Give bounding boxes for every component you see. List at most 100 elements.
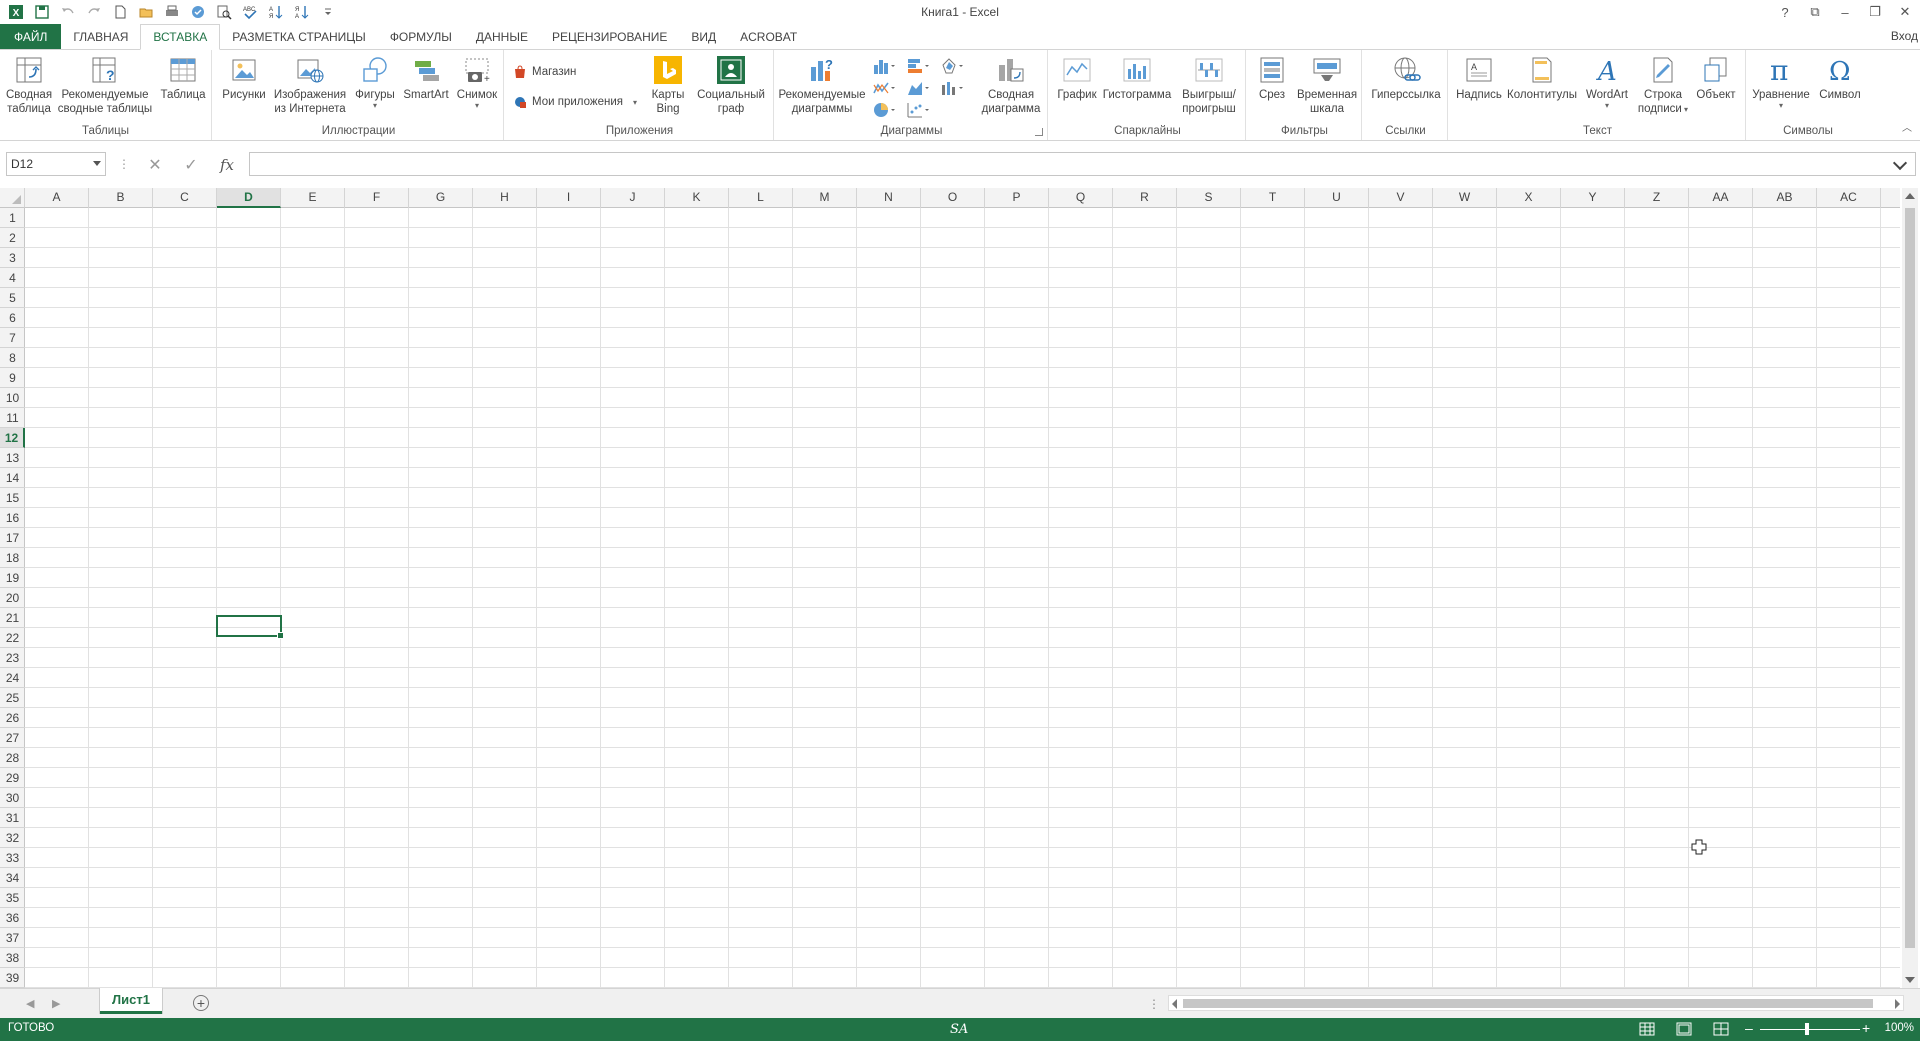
- maximize-button[interactable]: ❐: [1860, 0, 1890, 24]
- sort-ascending-icon[interactable]: AЯ: [264, 1, 288, 23]
- vertical-scroll-thumb[interactable]: [1905, 208, 1915, 948]
- excel-logo-icon[interactable]: X: [4, 1, 28, 23]
- row-header-38[interactable]: 38: [0, 948, 25, 968]
- sort-descending-icon[interactable]: ЯA: [290, 1, 314, 23]
- row-header-7[interactable]: 7: [0, 328, 25, 348]
- bar-chart-button[interactable]: [906, 56, 932, 76]
- print-icon[interactable]: [160, 1, 184, 23]
- ribbon-display-options-button[interactable]: ⧉: [1800, 0, 1830, 24]
- spelling-icon[interactable]: ABC: [238, 1, 262, 23]
- row-header-20[interactable]: 20: [0, 588, 25, 608]
- column-header-m[interactable]: M: [793, 188, 857, 208]
- row-header-25[interactable]: 25: [0, 688, 25, 708]
- equation-button[interactable]: π Уравнение ▾: [1748, 54, 1814, 110]
- pie-chart-button[interactable]: [872, 100, 898, 120]
- normal-view-icon[interactable]: [1638, 1021, 1656, 1037]
- sheet-tab-list1[interactable]: Лист1: [100, 988, 162, 1014]
- row-header-23[interactable]: 23: [0, 648, 25, 668]
- column-header-a[interactable]: A: [25, 188, 89, 208]
- tab-insert[interactable]: ВСТАВКА: [140, 24, 221, 50]
- customize-qat-icon[interactable]: [316, 1, 340, 23]
- cells-area[interactable]: [25, 208, 1900, 988]
- row-header-2[interactable]: 2: [0, 228, 25, 248]
- row-header-31[interactable]: 31: [0, 808, 25, 828]
- minimize-button[interactable]: –: [1830, 0, 1860, 24]
- row-header-22[interactable]: 22: [0, 628, 25, 648]
- print-preview-icon[interactable]: [212, 1, 236, 23]
- add-sheet-button[interactable]: +: [193, 995, 209, 1011]
- tab-home[interactable]: ГЛАВНАЯ: [61, 24, 140, 50]
- column-header-y[interactable]: Y: [1561, 188, 1625, 208]
- shapes-button[interactable]: Фигуры ▾: [350, 54, 400, 110]
- text-box-button[interactable]: A Надпись: [1454, 54, 1504, 102]
- zoom-out-button[interactable]: –: [1745, 1020, 1753, 1036]
- help-button[interactable]: ?: [1770, 0, 1800, 24]
- scroll-up-icon[interactable]: [1905, 193, 1915, 199]
- header-footer-button[interactable]: Колонтитулы: [1504, 54, 1580, 102]
- slicer-button[interactable]: Срез: [1252, 54, 1292, 102]
- vertical-scrollbar[interactable]: [1902, 188, 1918, 988]
- my-apps-button[interactable]: Мои приложения ▾: [512, 92, 637, 112]
- radar-chart-button[interactable]: [940, 56, 966, 76]
- hyperlink-button[interactable]: Гиперссылка: [1368, 54, 1444, 102]
- row-header-36[interactable]: 36: [0, 908, 25, 928]
- enter-icon[interactable]: ✓: [176, 154, 206, 176]
- name-box-dropdown-icon[interactable]: [93, 161, 101, 166]
- pivot-table-button[interactable]: Сводная таблица: [4, 54, 54, 116]
- email-icon[interactable]: [186, 1, 210, 23]
- name-box[interactable]: D12: [6, 152, 106, 176]
- column-header-g[interactable]: G: [409, 188, 473, 208]
- symbol-button[interactable]: Ω Символ: [1814, 54, 1866, 102]
- zoom-level[interactable]: 100%: [1885, 1022, 1914, 1034]
- column-header-o[interactable]: O: [921, 188, 985, 208]
- tab-review[interactable]: РЕЦЕНЗИРОВАНИЕ: [540, 24, 679, 50]
- collapse-ribbon-icon[interactable]: ︿: [1902, 119, 1912, 134]
- formula-bar-grip-icon[interactable]: ⋮: [118, 157, 130, 171]
- page-break-view-icon[interactable]: [1712, 1021, 1730, 1037]
- sheet-next-icon[interactable]: ▶: [52, 997, 60, 1010]
- row-header-14[interactable]: 14: [0, 468, 25, 488]
- row-header-10[interactable]: 10: [0, 388, 25, 408]
- row-header-37[interactable]: 37: [0, 928, 25, 948]
- column-header-e[interactable]: E: [281, 188, 345, 208]
- column-header-j[interactable]: J: [601, 188, 665, 208]
- cancel-icon[interactable]: ✕: [140, 154, 170, 176]
- column-header-q[interactable]: Q: [1049, 188, 1113, 208]
- bing-maps-button[interactable]: Карты Bing: [648, 54, 688, 116]
- sheet-prev-icon[interactable]: ◀: [26, 997, 34, 1010]
- people-graph-button[interactable]: Социальный граф: [690, 54, 772, 116]
- charts-dialog-launcher[interactable]: [1035, 128, 1043, 136]
- insert-function-icon[interactable]: fx: [212, 154, 242, 176]
- redo-icon[interactable]: [82, 1, 106, 23]
- column-header-w[interactable]: W: [1433, 188, 1497, 208]
- column-header-f[interactable]: F: [345, 188, 409, 208]
- sparkline-column-button[interactable]: Гистограмма: [1098, 54, 1176, 102]
- table-button[interactable]: Таблица: [156, 54, 210, 102]
- wordart-button[interactable]: A WordArt ▾: [1580, 54, 1634, 110]
- zoom-in-button[interactable]: +: [1862, 1020, 1870, 1036]
- recommended-charts-button[interactable]: ? Рекомендуемые диаграммы: [776, 54, 868, 116]
- column-header-v[interactable]: V: [1369, 188, 1433, 208]
- row-header-15[interactable]: 15: [0, 488, 25, 508]
- row-header-26[interactable]: 26: [0, 708, 25, 728]
- row-header-35[interactable]: 35: [0, 888, 25, 908]
- column-header-b[interactable]: B: [89, 188, 153, 208]
- object-button[interactable]: Объект: [1690, 54, 1742, 102]
- screenshot-button[interactable]: + Снимок ▾: [452, 54, 502, 110]
- expand-formula-bar-icon[interactable]: [1892, 155, 1908, 171]
- sparkline-line-button[interactable]: График: [1054, 54, 1100, 102]
- row-header-18[interactable]: 18: [0, 548, 25, 568]
- zoom-slider[interactable]: [1760, 1029, 1860, 1030]
- column-header-s[interactable]: S: [1177, 188, 1241, 208]
- column-header-k[interactable]: K: [665, 188, 729, 208]
- row-header-12[interactable]: 12: [0, 428, 25, 448]
- select-all-button[interactable]: [0, 188, 25, 208]
- row-header-11[interactable]: 11: [0, 408, 25, 428]
- scroll-left-icon[interactable]: [1172, 999, 1177, 1009]
- row-header-16[interactable]: 16: [0, 508, 25, 528]
- column-header-aa[interactable]: AA: [1689, 188, 1753, 208]
- horizontal-scroll-thumb[interactable]: [1183, 999, 1873, 1008]
- scroll-right-icon[interactable]: [1895, 999, 1900, 1009]
- column-header-x[interactable]: X: [1497, 188, 1561, 208]
- column-header-c[interactable]: C: [153, 188, 217, 208]
